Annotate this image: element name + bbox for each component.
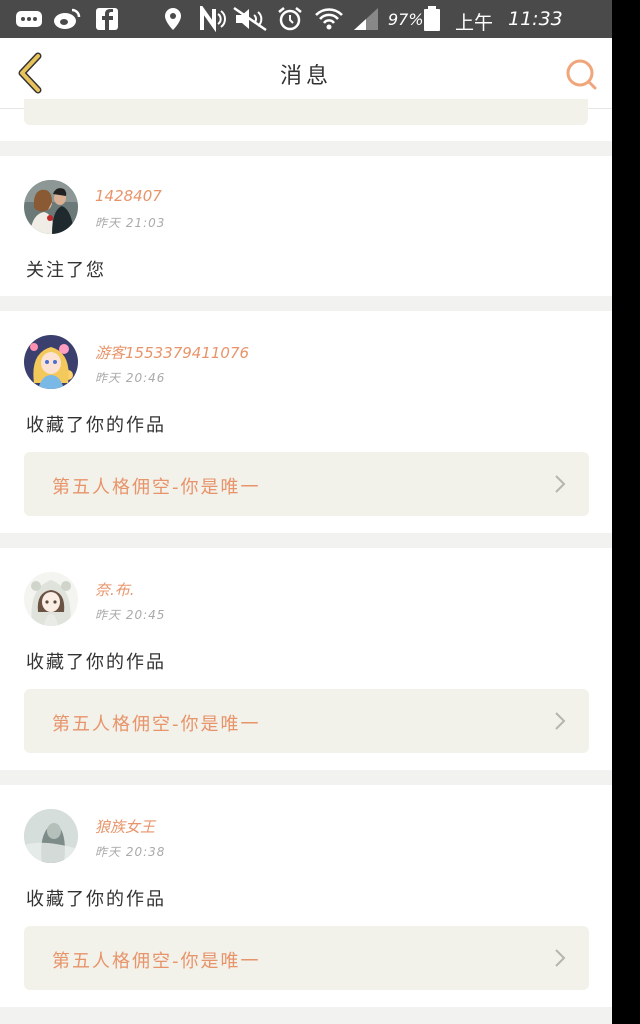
- action-text: 收藏了你的作品: [26, 652, 166, 673]
- list-item: 狼族女王 昨天 20:38 收藏了你的作品 第五人格佣空-你是唯一: [0, 785, 612, 1007]
- alarm-icon: [278, 7, 302, 31]
- clock: 11:33: [508, 8, 563, 30]
- signal-icon: [354, 8, 378, 30]
- chevron-right-icon: [555, 949, 566, 967]
- facebook-icon: [96, 8, 118, 30]
- battery-icon: [424, 6, 440, 31]
- timestamp: 昨天 20:38: [95, 845, 166, 859]
- screen: 97% 上午 11:33 消息 1428407 昨天 21:03 关注了您 游客…: [0, 0, 612, 1024]
- search-button[interactable]: [562, 55, 600, 93]
- list-item: 奈.布. 昨天 20:45 收藏了你的作品 第五人格佣空-你是唯一: [0, 548, 612, 770]
- avatar[interactable]: [24, 335, 78, 389]
- nfc-icon: [200, 6, 226, 32]
- battery-percent: 97%: [388, 10, 424, 29]
- message-list: 1428407 昨天 21:03 关注了您 游客1553379411076 昨天…: [0, 99, 612, 1022]
- action-text: 收藏了你的作品: [26, 889, 166, 910]
- chat-icon: [16, 11, 42, 27]
- work-link-partial[interactable]: [24, 99, 588, 125]
- page-title: 消息: [279, 64, 332, 89]
- wifi-icon: [315, 8, 343, 30]
- work-title: 第五人格佣空-你是唯一: [52, 951, 261, 972]
- list-item: 1428407 昨天 21:03 关注了您: [0, 156, 612, 296]
- avatar[interactable]: [24, 809, 78, 863]
- location-icon: [165, 8, 181, 30]
- username[interactable]: 游客1553379411076: [95, 342, 249, 363]
- avatar-hooded-girl-icon: [24, 572, 78, 626]
- list-item: 游客1553379411076 昨天 20:46 收藏了你的作品 第五人格佣空-…: [0, 311, 612, 533]
- device-bezel: [612, 0, 640, 1024]
- action-text: 关注了您: [26, 260, 106, 281]
- mute-icon: [233, 6, 267, 32]
- status-bar: 97% 上午 11:33: [0, 0, 612, 38]
- username[interactable]: 奈.布.: [95, 579, 135, 600]
- avatar-misty-figure-icon: [24, 809, 78, 863]
- avatar-anime-girl-icon: [24, 335, 78, 389]
- search-icon: [566, 59, 597, 90]
- work-link[interactable]: 第五人格佣空-你是唯一: [24, 452, 589, 516]
- chevron-right-icon: [555, 475, 566, 493]
- timestamp: 昨天 20:45: [95, 608, 166, 622]
- action-text: 收藏了你的作品: [26, 415, 166, 436]
- work-link[interactable]: 第五人格佣空-你是唯一: [24, 926, 589, 990]
- work-title: 第五人格佣空-你是唯一: [52, 477, 261, 498]
- avatar-couple-icon: [24, 180, 78, 234]
- weibo-icon: [54, 8, 81, 29]
- chevron-right-icon: [555, 712, 566, 730]
- timestamp: 昨天 20:46: [95, 371, 166, 385]
- time-period: 上午: [455, 12, 494, 34]
- avatar[interactable]: [24, 572, 78, 626]
- work-title: 第五人格佣空-你是唯一: [52, 714, 261, 735]
- username[interactable]: 1428407: [95, 187, 162, 205]
- timestamp: 昨天 21:03: [95, 216, 166, 230]
- avatar[interactable]: [24, 180, 78, 234]
- username[interactable]: 狼族女王: [95, 816, 155, 837]
- list-item-partial: [0, 99, 612, 141]
- work-link[interactable]: 第五人格佣空-你是唯一: [24, 689, 589, 753]
